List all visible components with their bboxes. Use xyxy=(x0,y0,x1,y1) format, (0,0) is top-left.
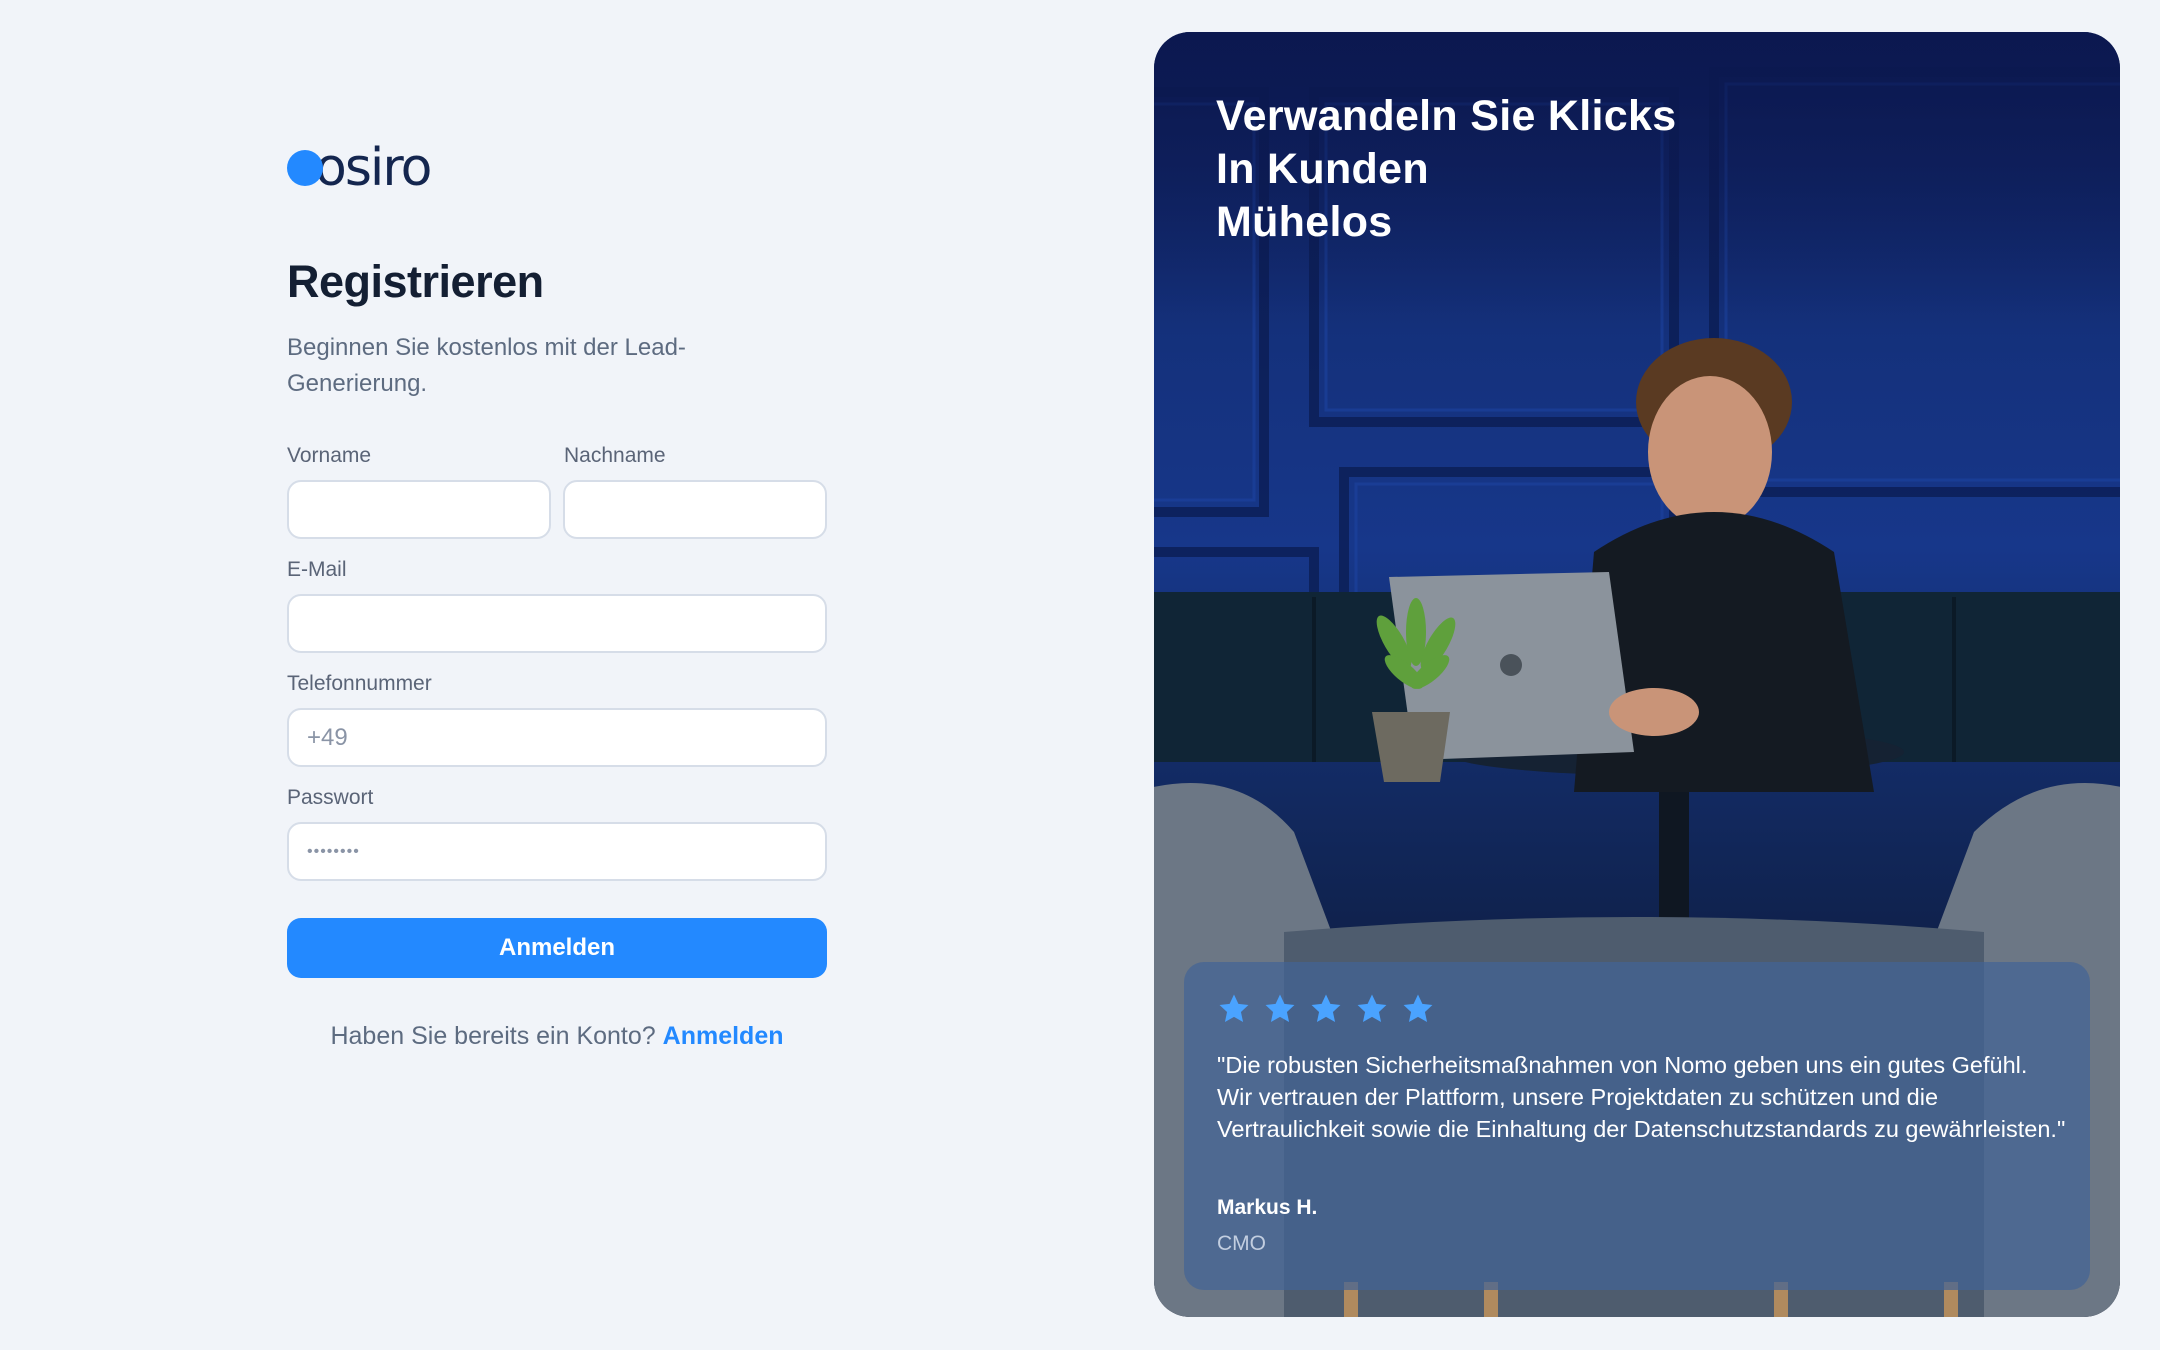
hero-title-line: In Kunden xyxy=(1216,145,1429,193)
page-title: Registrieren xyxy=(287,256,544,307)
login-prompt-text: Haben Sie bereits ein Konto? xyxy=(330,1022,656,1050)
hero-title-line: Verwandeln Sie Klicks xyxy=(1216,92,1677,140)
email-label: E-Mail xyxy=(287,558,347,581)
star-icon xyxy=(1357,994,1387,1023)
hero-panel: Verwandeln Sie Klicks In Kunden Mühelos … xyxy=(1154,32,2120,1317)
logo: osiro xyxy=(287,140,827,196)
last-name-field[interactable] xyxy=(563,480,827,539)
phone-field[interactable] xyxy=(287,708,827,767)
star-icon xyxy=(1265,994,1295,1023)
testimonial-author: Markus H. xyxy=(1217,1196,1318,1219)
password-field[interactable]: •••••••• xyxy=(287,822,827,881)
email-field[interactable] xyxy=(287,594,827,653)
logo-text: osiro xyxy=(315,138,432,198)
page-subtitle: Beginnen Sie kostenlos mit der Lead-Gene… xyxy=(287,334,686,397)
submit-button[interactable]: Anmelden xyxy=(287,918,827,978)
testimonial-quote: "Die robusten Sicherheitsmaßnahmen von N… xyxy=(1217,1052,2066,1142)
star-icon xyxy=(1403,994,1433,1023)
hero-title-line: Mühelos xyxy=(1216,198,1393,246)
star-icon xyxy=(1219,994,1249,1023)
phone-label: Telefonnummer xyxy=(287,672,432,695)
logo-mark-icon xyxy=(287,150,323,186)
last-name-label: Nachname xyxy=(564,444,666,467)
registration-form: osiro Registrieren Beginnen Sie kostenlo… xyxy=(287,140,827,1050)
testimonial-role: CMO xyxy=(1217,1232,1266,1255)
first-name-label: Vorname xyxy=(287,444,372,467)
login-link[interactable]: Anmelden xyxy=(663,1022,784,1050)
testimonial-card: "Die robusten Sicherheitsmaßnahmen von N… xyxy=(1184,962,2090,1290)
star-rating xyxy=(1217,992,1435,1026)
star-icon xyxy=(1311,994,1341,1023)
first-name-field[interactable] xyxy=(287,480,551,539)
login-prompt: Haben Sie bereits ein Konto? Anmelden xyxy=(287,1022,827,1051)
hero-title: Verwandeln Sie Klicks In Kunden Mühelos xyxy=(1216,90,1676,249)
password-label: Passwort xyxy=(287,786,374,809)
